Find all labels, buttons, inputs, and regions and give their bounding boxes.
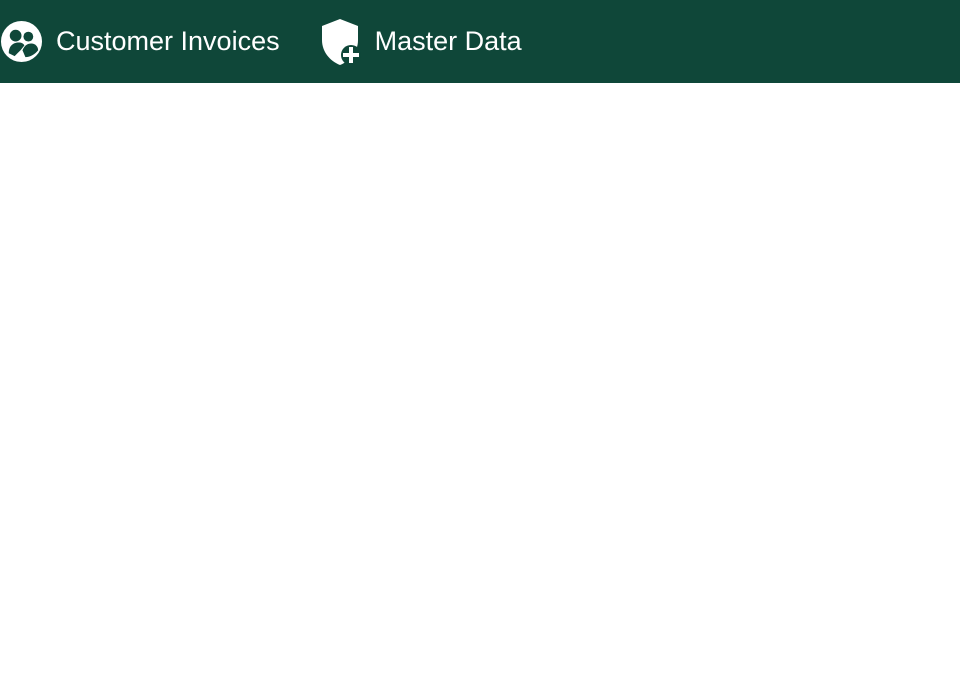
nav-item-label: Master Data	[374, 26, 522, 56]
nav-item-customer-invoices[interactable]: Customer Invoices	[0, 0, 280, 83]
group-icon	[0, 20, 43, 63]
nav-item-label: Customer Invoices	[56, 26, 280, 56]
nav-item-master-data[interactable]: Master Data	[320, 0, 522, 83]
main-content-area	[0, 83, 960, 694]
top-navigation-bar: Customer Invoices Master Data	[0, 0, 960, 83]
shield-plus-icon	[320, 18, 362, 66]
